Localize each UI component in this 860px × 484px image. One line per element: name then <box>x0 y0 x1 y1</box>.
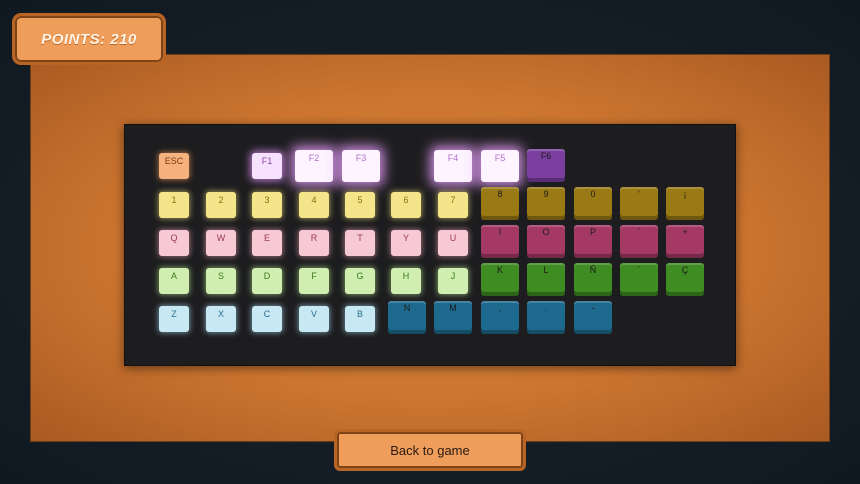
key-acute[interactable]: ´ <box>620 263 658 296</box>
key-8[interactable]: 8 <box>481 187 519 220</box>
key-f4[interactable]: F4 <box>434 150 472 182</box>
key-o[interactable]: O <box>527 225 565 258</box>
key-c[interactable]: C <box>252 306 282 332</box>
key-m[interactable]: M <box>434 301 472 334</box>
key-y[interactable]: Y <box>391 230 421 256</box>
key-p[interactable]: P <box>574 225 612 258</box>
key-f2[interactable]: F2 <box>295 150 333 182</box>
key-w[interactable]: W <box>206 230 236 256</box>
key-z[interactable]: Z <box>159 306 189 332</box>
key-comma[interactable]: , <box>481 301 519 334</box>
key-l[interactable]: L <box>527 263 565 296</box>
key-6[interactable]: 6 <box>391 192 421 218</box>
key-apostrophe[interactable]: ' <box>620 187 658 220</box>
key-a[interactable]: A <box>159 268 189 294</box>
key-e[interactable]: E <box>252 230 282 256</box>
key-inverted-exclamation[interactable]: ¡ <box>666 187 704 220</box>
key-r[interactable]: R <box>299 230 329 256</box>
key-n[interactable]: N <box>388 301 426 334</box>
key-1[interactable]: 1 <box>159 192 189 218</box>
key-b[interactable]: B <box>345 306 375 332</box>
key-esc[interactable]: ESC <box>159 153 189 179</box>
key-f6[interactable]: F6 <box>527 149 565 182</box>
key-k[interactable]: K <box>481 263 519 296</box>
key-f1[interactable]: F1 <box>252 153 282 179</box>
key-f3[interactable]: F3 <box>342 150 380 182</box>
key-plus[interactable]: + <box>666 225 704 258</box>
key-s[interactable]: S <box>206 268 236 294</box>
key-f[interactable]: F <box>299 268 329 294</box>
key-f5[interactable]: F5 <box>481 150 519 182</box>
key-4[interactable]: 4 <box>299 192 329 218</box>
key-t[interactable]: T <box>345 230 375 256</box>
back-to-game-button[interactable]: Back to game <box>334 429 526 471</box>
key-period[interactable]: . <box>527 301 565 334</box>
key-h[interactable]: H <box>391 268 421 294</box>
key-g[interactable]: G <box>345 268 375 294</box>
key-3[interactable]: 3 <box>252 192 282 218</box>
key-9[interactable]: 9 <box>527 187 565 220</box>
key-x[interactable]: X <box>206 306 236 332</box>
key-2[interactable]: 2 <box>206 192 236 218</box>
points-counter: POINTS: 210 <box>12 13 166 65</box>
key-q[interactable]: Q <box>159 230 189 256</box>
key-0[interactable]: 0 <box>574 187 612 220</box>
key-n-tilde[interactable]: Ñ <box>574 263 612 296</box>
key-d[interactable]: D <box>252 268 282 294</box>
key-5[interactable]: 5 <box>345 192 375 218</box>
key-7[interactable]: 7 <box>438 192 468 218</box>
key-i[interactable]: I <box>481 225 519 258</box>
key-minus[interactable]: - <box>574 301 612 334</box>
key-c-cedilla[interactable]: Ç <box>666 263 704 296</box>
key-j[interactable]: J <box>438 268 468 294</box>
key-v[interactable]: V <box>299 306 329 332</box>
key-u[interactable]: U <box>438 230 468 256</box>
key-grave[interactable]: ` <box>620 225 658 258</box>
